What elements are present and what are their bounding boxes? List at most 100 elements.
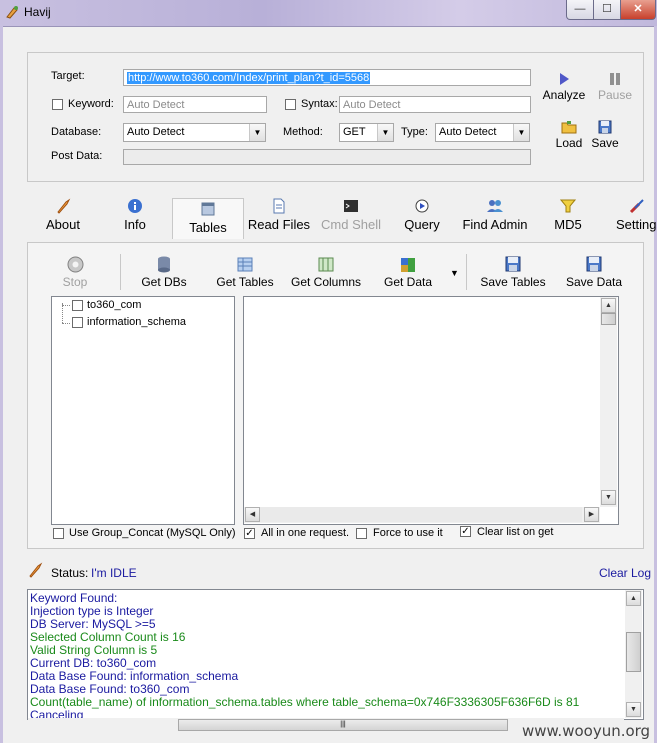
type-label: Type: (401, 126, 428, 138)
get-tables-button[interactable]: Get Tables (211, 256, 279, 289)
tree-item-checkbox[interactable] (72, 317, 83, 328)
status-value: I'm IDLE (91, 566, 137, 580)
stop-icon (67, 256, 83, 273)
get-columns-label: Get Columns (290, 275, 362, 289)
scroll-up-button[interactable]: ▲ (626, 591, 641, 606)
tree-item-information-schema[interactable]: information_schema (87, 316, 186, 328)
window-border-left (0, 26, 3, 743)
analyze-button[interactable]: Analyze (540, 72, 588, 102)
scroll-thumb[interactable] (260, 507, 582, 522)
load-button[interactable]: Load (551, 120, 587, 150)
keyword-input[interactable]: Auto Detect (123, 96, 267, 113)
log-line: Keyword Found: (30, 591, 118, 605)
maximize-button[interactable]: ☐ (593, 0, 621, 20)
save-data-label: Save Data (565, 275, 623, 289)
postdata-input[interactable] (123, 149, 531, 165)
terminal-icon (344, 200, 358, 212)
tree-connector (62, 305, 70, 307)
tab-read-files[interactable]: Read Files (247, 198, 311, 238)
log-line: Count(table_name) of information_schema.… (30, 695, 580, 709)
tab-label: About (46, 217, 80, 232)
scroll-thumb[interactable] (626, 632, 641, 672)
keyword-checkbox[interactable] (52, 99, 63, 110)
method-label: Method: (283, 126, 323, 138)
scroll-right-button[interactable]: ▶ (584, 507, 599, 522)
tree-item-checkbox[interactable] (72, 300, 83, 311)
close-button[interactable]: ✕ (620, 0, 656, 20)
save-data-button[interactable]: Save Data (561, 256, 627, 289)
log-output[interactable]: Keyword Found: Injection type is Integer… (27, 589, 644, 720)
group-concat-checkbox[interactable] (53, 528, 64, 539)
scroll-thumb[interactable]: ||| (178, 719, 508, 731)
rocket-icon (57, 198, 71, 214)
syntax-checkbox[interactable] (285, 99, 296, 110)
log-line: Current DB: to360_com (30, 656, 157, 670)
tab-md5[interactable]: MD5 (549, 198, 587, 238)
app-icon (6, 6, 18, 19)
syntax-input[interactable]: Auto Detect (339, 96, 531, 113)
database-value: Auto Detect (127, 126, 185, 138)
table-grid-icon (237, 257, 253, 272)
save-tables-button[interactable]: Save Tables (476, 256, 550, 289)
pause-button[interactable]: Pause (594, 72, 636, 102)
stop-button[interactable]: Stop (55, 256, 95, 289)
log-line: Data Base Found: information_schema (30, 669, 239, 683)
floppy-icon (598, 120, 612, 134)
get-dbs-button[interactable]: Get DBs (137, 256, 191, 289)
type-select[interactable]: Auto Detect ▼ (435, 123, 530, 142)
chevron-down-icon: ▼ (249, 124, 265, 141)
method-select[interactable]: GET ▼ (339, 123, 394, 142)
all-in-one-checkbox[interactable]: ✓ (244, 528, 255, 539)
status-icon (29, 562, 43, 578)
scroll-down-button[interactable]: ▼ (601, 490, 616, 505)
database-select[interactable]: Auto Detect ▼ (123, 123, 266, 142)
tab-tables[interactable]: Tables (172, 198, 244, 239)
tools-icon (629, 199, 644, 214)
database-icon (158, 256, 170, 273)
method-value: GET (343, 126, 366, 138)
tab-label: Tables (189, 220, 227, 235)
horizontal-scrollbar[interactable]: ◀ ▶ (244, 507, 600, 523)
save-button[interactable]: Save (588, 120, 622, 150)
tab-label: Read Files (247, 217, 311, 232)
scroll-up-button[interactable]: ▲ (601, 298, 616, 313)
scroll-down-button[interactable]: ▼ (626, 702, 641, 717)
get-data-dropdown-icon[interactable]: ▼ (450, 268, 459, 278)
vertical-scrollbar[interactable]: ▲ ▼ (600, 297, 617, 507)
tab-about[interactable]: About (40, 198, 86, 238)
force-checkbox[interactable] (356, 528, 367, 539)
users-icon (487, 200, 503, 212)
scroll-left-button[interactable]: ◀ (245, 507, 260, 522)
tree-item-to360-com[interactable]: to360_com (87, 299, 141, 311)
get-columns-button[interactable]: Get Columns (287, 256, 365, 289)
type-value: Auto Detect (439, 126, 497, 138)
database-tree[interactable]: to360_com information_schema (51, 296, 235, 525)
log-line: Selected Column Count is 16 (30, 630, 186, 644)
tab-label: MD5 (554, 217, 582, 232)
save-tables-label: Save Tables (480, 275, 546, 289)
tab-settings[interactable]: Settings (612, 198, 657, 238)
tab-label: Find Admin (462, 217, 528, 232)
minimize-button[interactable]: — (566, 0, 594, 20)
tab-cmd-shell[interactable]: Cmd Shell (318, 198, 384, 238)
results-list[interactable]: ▲ ▼ ◀ ▶ (243, 296, 619, 525)
target-input[interactable]: http://www.to360.com/Index/print_plan?t_… (123, 69, 531, 86)
syntax-label: Syntax: (301, 98, 338, 110)
get-data-button[interactable]: Get Data (378, 256, 438, 289)
info-icon (128, 199, 142, 213)
clear-log-link[interactable]: Clear Log (599, 566, 651, 580)
get-data-label: Get Data (383, 275, 433, 289)
tab-query[interactable]: Query (400, 198, 444, 238)
tab-label: Settings (616, 217, 657, 232)
chevron-down-icon: ▼ (513, 124, 529, 141)
tab-find-admin[interactable]: Find Admin (459, 198, 531, 238)
tab-info[interactable]: Info (118, 198, 152, 238)
funnel-icon (560, 199, 576, 213)
get-tables-label: Get Tables (216, 275, 274, 289)
log-vertical-scrollbar[interactable]: ▲ ▼ (625, 590, 642, 718)
floppy-icon (505, 256, 521, 272)
clear-list-checkbox[interactable]: ✓ (460, 526, 471, 537)
scroll-thumb[interactable] (601, 313, 616, 325)
tab-label: Cmd Shell (321, 217, 381, 232)
target-value: http://www.to360.com/Index/print_plan?t_… (127, 72, 371, 84)
